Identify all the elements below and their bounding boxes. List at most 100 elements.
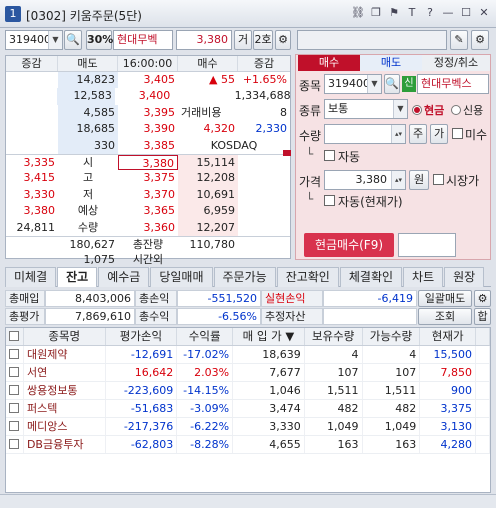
col-cur-price[interactable]: 현재가 (420, 328, 477, 345)
row-name[interactable]: 대원제약 (24, 346, 106, 363)
tab-ledger[interactable]: 원장 (444, 267, 485, 287)
chevron-down-icon[interactable]: ▼ (367, 75, 381, 93)
order-code-input[interactable]: 319400 ▼ (324, 74, 382, 94)
mode-button-2[interactable]: 2호 (253, 30, 273, 50)
ask-qty[interactable]: 14,823 (58, 72, 118, 89)
auto-checkbox[interactable] (324, 150, 335, 161)
copy-icon[interactable]: ❐ (368, 5, 384, 21)
row-name[interactable]: DB금융투자 (24, 436, 106, 453)
row-checkbox[interactable] (6, 400, 24, 417)
ask-qty[interactable]: 18,685 (58, 121, 118, 138)
order-type-select[interactable]: 보통 ▼ (324, 99, 408, 119)
row-checkbox[interactable] (6, 364, 24, 381)
unfilled-checkbox[interactable] (452, 128, 463, 139)
row-name[interactable]: 퍼스텍 (24, 400, 106, 417)
tab-deposit[interactable]: 예수금 (98, 267, 150, 287)
ask-qty[interactable]: 4,585 (58, 104, 118, 122)
mode-button-1[interactable]: 거 (234, 30, 252, 50)
search-button[interactable]: 🔍 (64, 30, 82, 50)
auto-price-checkbox[interactable] (324, 195, 335, 206)
cash-buy-button[interactable]: 현금매수(F9) (304, 233, 394, 257)
tab-fill-check[interactable]: 체결확인 (339, 267, 403, 287)
bid-qty[interactable]: 10,691 (178, 186, 238, 204)
edit-button[interactable]: ✎ (450, 30, 468, 50)
won-button[interactable]: 원 (409, 170, 429, 190)
row-checkbox[interactable] (6, 382, 24, 399)
col-buy-price[interactable]: 매 입 가 ▼ (233, 328, 305, 345)
chevron-down-icon[interactable]: ▼ (393, 100, 407, 118)
bid-price[interactable]: 3,360 (118, 220, 178, 236)
bid-qty[interactable]: 15,114 (178, 154, 238, 171)
stock-code-input[interactable]: 319400 ▼ (5, 30, 63, 50)
ask-price[interactable]: 3,385 (118, 138, 178, 154)
bid-price[interactable]: 3,375 (118, 170, 178, 186)
qty-avail-button[interactable]: 가 (430, 124, 448, 144)
row-checkbox[interactable] (6, 346, 24, 363)
close-icon[interactable]: ✕ (476, 5, 492, 21)
bid-price[interactable]: 3,370 (118, 187, 178, 203)
ask-qty[interactable]: 12,583 (56, 88, 115, 105)
col-hold-qty[interactable]: 보유수량 (305, 328, 363, 345)
bid-qty[interactable]: 12,208 (178, 170, 238, 187)
summary-settings-button[interactable]: ⚙ (474, 290, 491, 307)
sum-button[interactable]: 합 (474, 308, 491, 325)
ask-price[interactable]: 3,400 (115, 88, 173, 104)
order-extra-field[interactable] (398, 233, 456, 257)
order-search-button[interactable]: 🔍 (384, 74, 400, 94)
table-row[interactable]: DB금융투자 -62,803 -8.28% 4,655 163 163 4,280 (6, 436, 490, 454)
bid-price[interactable]: 3,365 (118, 203, 178, 219)
cash-radio[interactable]: 현금 (412, 102, 444, 118)
help-icon[interactable]: ? (422, 5, 438, 21)
account-field[interactable] (297, 30, 447, 50)
row-name[interactable]: 쌍용정보통 (24, 382, 106, 399)
batch-sell-button[interactable]: 일괄매도 (418, 290, 472, 307)
select-all-checkbox[interactable] (6, 328, 24, 345)
ask-price[interactable]: 3,390 (118, 121, 178, 137)
query-button[interactable]: 조회 (418, 308, 472, 325)
maximize-icon[interactable]: ☐ (458, 5, 474, 21)
row-name[interactable]: 서연 (24, 364, 106, 381)
ask-qty[interactable]: 330 (58, 137, 118, 154)
credit-radio[interactable]: 신용 (451, 102, 483, 118)
col-avail-qty[interactable]: 가능수량 (363, 328, 421, 345)
pct-button[interactable]: 30% (86, 30, 113, 50)
ask-price[interactable]: 3,395 (118, 105, 178, 121)
link-icon[interactable]: ⛓ (350, 5, 366, 21)
table-row[interactable]: 서연 16,642 2.03% 7,677 107 107 7,850 (6, 364, 490, 382)
table-row[interactable]: 메디앙스 -217,376 -6.22% 3,330 1,049 1,049 3,130 (6, 418, 490, 436)
col-pl[interactable]: 평가손익 (106, 328, 178, 345)
pin-icon[interactable]: ⚑ (386, 5, 402, 21)
bid-qty[interactable]: 6,959 (178, 203, 238, 220)
row-checkbox[interactable] (6, 436, 24, 453)
qty-input[interactable]: ▴▾ (324, 124, 406, 144)
stepper-icon[interactable]: ▴▾ (391, 171, 405, 189)
chevron-down-icon[interactable]: ▼ (48, 31, 62, 49)
tab-sell[interactable]: 매도 (360, 55, 422, 71)
tab-chart[interactable]: 차트 (403, 267, 444, 287)
market-price-checkbox[interactable] (433, 174, 444, 185)
stepper-icon[interactable]: ▴▾ (391, 125, 405, 143)
font-icon[interactable]: T (404, 5, 420, 21)
price-input[interactable]: 3,380 ▴▾ (324, 170, 406, 190)
col-name[interactable]: 종목명 (24, 328, 106, 345)
row-name[interactable]: 메디앙스 (24, 418, 106, 435)
row-checkbox[interactable] (6, 418, 24, 435)
tab-modify-cancel[interactable]: 정정/취소 (422, 55, 490, 71)
minimize-icon[interactable]: — (440, 5, 456, 21)
tab-daily-trades[interactable]: 당일매매 (150, 267, 213, 287)
tab-buy[interactable]: 매수 (298, 55, 360, 71)
table-row[interactable]: 대원제약 -12,691 -17.02% 18,639 4 4 15,500 (6, 346, 490, 364)
table-row[interactable]: 퍼스텍 -51,683 -3.09% 3,474 482 482 3,375 (6, 400, 490, 418)
tab-unfilled[interactable]: 미체결 (5, 267, 57, 287)
settings-button[interactable]: ⚙ (275, 30, 291, 50)
tab-orderable[interactable]: 주문가능 (213, 267, 276, 287)
col-rate[interactable]: 수익률 (177, 328, 234, 345)
tab-balance-check[interactable]: 잔고확인 (276, 267, 339, 287)
ask-price[interactable]: 3,405 (118, 72, 178, 88)
tab-balance[interactable]: 잔고 (57, 267, 98, 287)
bid-qty[interactable]: 12,207 (178, 219, 238, 236)
qty-unit-button[interactable]: 주 (409, 124, 427, 144)
bid-price-current[interactable]: 3,380 (118, 154, 178, 171)
panel-settings-button[interactable]: ⚙ (471, 30, 489, 50)
table-row[interactable]: 쌍용정보통 -223,609 -14.15% 1,046 1,511 1,511 900 (6, 382, 490, 400)
